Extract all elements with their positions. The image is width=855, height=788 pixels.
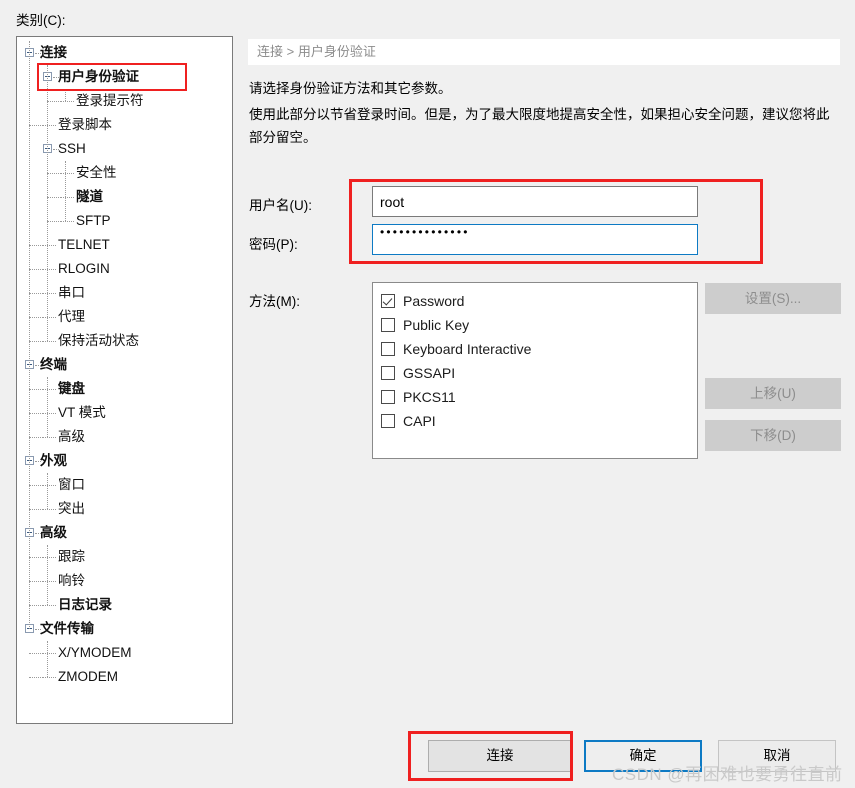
tree-item[interactable]: 日志记录	[17, 593, 232, 617]
tree-item-label: 突出	[58, 501, 85, 516]
checkbox-unchecked-icon[interactable]	[381, 318, 395, 332]
connect-button[interactable]: 连接	[428, 740, 572, 772]
tree-item-label: 窗口	[58, 477, 85, 492]
tree-item-label: TELNET	[58, 237, 110, 252]
move-down-button[interactable]: 下移(D)	[705, 420, 841, 451]
username-input[interactable]	[372, 186, 698, 217]
method-label: CAPI	[403, 413, 436, 429]
tree-item[interactable]: 代理	[17, 305, 232, 329]
tree-item[interactable]: 登录提示符	[17, 89, 232, 113]
checkbox-unchecked-icon[interactable]	[381, 414, 395, 428]
method-label: Public Key	[403, 317, 470, 333]
settings-button[interactable]: 设置(S)...	[705, 283, 841, 314]
tree-collapse-icon[interactable]	[25, 360, 34, 369]
checkbox-unchecked-icon[interactable]	[381, 366, 395, 380]
method-label: Password	[403, 293, 465, 309]
tree-item[interactable]: 安全性	[17, 161, 232, 185]
tree-item-label: 高级	[40, 525, 67, 540]
username-label: 用户名(U):	[249, 198, 312, 213]
move-up-button[interactable]: 上移(U)	[705, 378, 841, 409]
breadcrumb: 连接 > 用户身份验证	[248, 39, 840, 65]
method-row[interactable]: PKCS11	[381, 385, 697, 409]
method-label: PKCS11	[403, 389, 456, 405]
tree-item[interactable]: 高级	[17, 521, 232, 545]
tree-item[interactable]: 响铃	[17, 569, 232, 593]
category-tree-list: 连接用户身份验证登录提示符登录脚本 SSH 安全性隧道 SFTP TELNET RLOGI…	[17, 37, 232, 689]
category-label: 类别(C):	[16, 13, 66, 28]
tree-item[interactable]: 保持活动状态	[17, 329, 232, 353]
tree-item-label: 终端	[40, 357, 67, 372]
tree-item-label: SFTP	[76, 213, 111, 228]
tree-item[interactable]: 隧道	[17, 185, 232, 209]
method-label: 方法(M):	[249, 294, 300, 309]
tree-collapse-icon[interactable]	[25, 456, 34, 465]
tree-item[interactable]: 登录脚本	[17, 113, 232, 137]
tree-collapse-icon[interactable]	[43, 72, 52, 81]
tree-item[interactable]: 跟踪	[17, 545, 232, 569]
tree-item[interactable]: 突出	[17, 497, 232, 521]
tree-item[interactable]: ZMODEM	[17, 665, 232, 689]
tree-item[interactable]: X/YMODEM	[17, 641, 232, 665]
tree-item-label: X/YMODEM	[58, 645, 132, 660]
method-row[interactable]: Public Key	[381, 313, 697, 337]
tree-item[interactable]: SSH	[17, 137, 232, 161]
password-input[interactable]: ••••••••••••••	[372, 224, 698, 255]
description-line-1: 请选择身份验证方法和其它参数。	[249, 81, 452, 96]
tree-item-label: VT 模式	[58, 405, 106, 420]
tree-item[interactable]: 外观	[17, 449, 232, 473]
tree-item[interactable]: 键盘	[17, 377, 232, 401]
checkbox-unchecked-icon[interactable]	[381, 342, 395, 356]
tree-item-label: 用户身份验证	[58, 69, 139, 84]
tree-item-label: 登录脚本	[58, 117, 112, 132]
description-line-2: 使用此部分以节省登录时间。但是，为了最大限度地提高安全性，如果担心安全问题，建议…	[249, 107, 830, 145]
tree-item[interactable]: 文件传输	[17, 617, 232, 641]
ok-button[interactable]: 确定	[584, 740, 702, 772]
method-label: GSSAPI	[403, 365, 456, 381]
tree-collapse-icon[interactable]	[25, 528, 34, 537]
tree-collapse-icon[interactable]	[25, 48, 34, 57]
tree-item-label: 日志记录	[58, 597, 112, 612]
tree-item-label: ZMODEM	[58, 669, 118, 684]
tree-item-label: 隧道	[76, 189, 103, 204]
method-label: Keyboard Interactive	[403, 341, 532, 357]
tree-collapse-icon[interactable]	[25, 624, 34, 633]
tree-item-label: 高级	[58, 429, 85, 444]
tree-item-label: 串口	[58, 285, 85, 300]
tree-item-label: 代理	[58, 309, 85, 324]
cancel-button[interactable]: 取消	[718, 740, 836, 772]
tree-item[interactable]: RLOGIN	[17, 257, 232, 281]
tree-item[interactable]: 窗口	[17, 473, 232, 497]
tree-item-label: 保持活动状态	[58, 333, 139, 348]
tree-item-label: RLOGIN	[58, 261, 110, 276]
password-label: 密码(P):	[249, 237, 298, 252]
authentication-methods-list[interactable]: Password Public Key Keyboard Interactive GS…	[372, 282, 698, 459]
method-row[interactable]: Keyboard Interactive	[381, 337, 697, 361]
method-row[interactable]: Password	[381, 289, 697, 313]
tree-item-label: 登录提示符	[76, 93, 144, 108]
tree-item-label: 安全性	[76, 165, 117, 180]
tree-item-label: 外观	[40, 453, 67, 468]
checkbox-unchecked-icon[interactable]	[381, 390, 395, 404]
tree-item-label: 文件传输	[40, 621, 94, 636]
category-tree-panel[interactable]: 连接用户身份验证登录提示符登录脚本 SSH 安全性隧道 SFTP TELNET RLOGI…	[16, 36, 233, 724]
tree-item-label: 键盘	[58, 381, 85, 396]
tree-collapse-icon[interactable]	[43, 144, 52, 153]
tree-item[interactable]: 串口	[17, 281, 232, 305]
checkbox-checked-icon[interactable]	[381, 294, 395, 308]
method-row[interactable]: CAPI	[381, 409, 697, 433]
tree-item-label: 连接	[40, 45, 67, 60]
tree-item[interactable]: 连接	[17, 41, 232, 65]
tree-item[interactable]: 终端	[17, 353, 232, 377]
tree-item-label: 跟踪	[58, 549, 85, 564]
tree-item[interactable]: VT 模式	[17, 401, 232, 425]
tree-item[interactable]: 用户身份验证	[17, 65, 232, 89]
tree-item[interactable]: 高级	[17, 425, 232, 449]
tree-item[interactable]: TELNET	[17, 233, 232, 257]
tree-item[interactable]: SFTP	[17, 209, 232, 233]
tree-item-label: 响铃	[58, 573, 85, 588]
tree-item-label: SSH	[58, 141, 86, 156]
method-row[interactable]: GSSAPI	[381, 361, 697, 385]
